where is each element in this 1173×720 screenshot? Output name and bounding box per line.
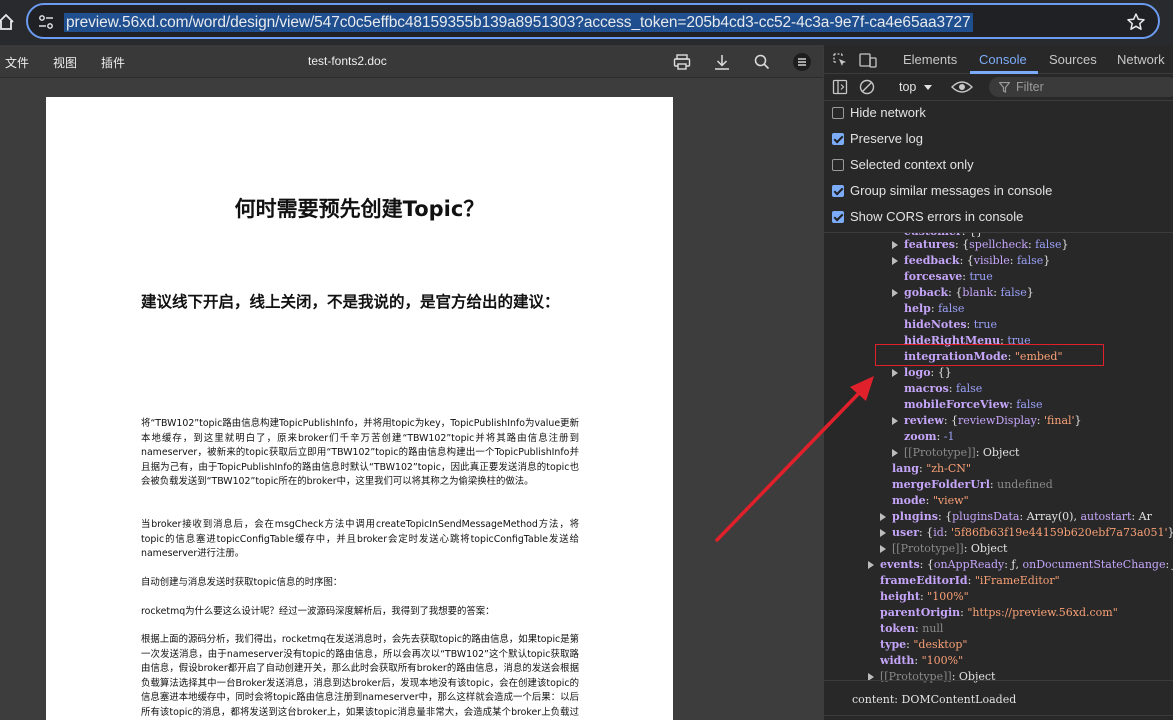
filter-funnel-icon [999,82,1010,93]
console-line: mergeFolderUrl: undefined [892,478,1053,491]
bookmark-star-icon[interactable] [1126,12,1146,32]
document-filename: test-fonts2.doc [308,54,387,68]
dropdown-arrow-icon[interactable] [924,85,932,91]
menu-file[interactable]: 文件 [5,54,29,71]
paragraph: 根据上面的源码分析，我们得出，rocketmq在发送消息时，会先去获取topic… [141,634,579,718]
console-output[interactable]: customer: {} features: {spellcheck: fals… [824,233,1173,720]
screenshot-root: preview.56xd.com/word/design/view/547c0c… [0,0,1173,720]
tab-elements[interactable]: Elements [903,52,957,67]
console-line: forcesave: true [904,270,993,283]
console-line: mobileForceView: false [904,398,1043,411]
document-viewer: 文件 视图 插件 test-fonts2.doc 何时需要预先创建Topic？ … [0,45,823,720]
url-text[interactable]: preview.56xd.com/word/design/view/547c0c… [64,13,973,32]
browser-address-bar: preview.56xd.com/word/design/view/547c0c… [0,0,1173,45]
live-expression-eye-icon[interactable] [951,80,973,94]
console-line[interactable]: review: {reviewDisplay: 'final'} [892,413,1082,429]
tab-console[interactable]: Console [979,52,1027,67]
console-line: zoom: -1 [904,430,955,443]
console-line[interactable]: goback: {blank: false} [892,285,1034,301]
sidebar-toggle-icon[interactable] [832,79,848,95]
paragraph: rocketmq为什么要这么设计呢？经过一波源码深度解析后，我得到了我想要的答案… [141,606,495,617]
divider [824,680,1173,681]
console-line[interactable]: feedback: {visible: false} [892,253,1050,269]
console-line: frameEditorId: "iFrameEditor" [880,574,1060,587]
search-icon[interactable] [752,52,772,72]
context-selector[interactable]: top [899,80,916,94]
more-menu-icon[interactable] [792,52,812,72]
console-log-message: content: DOMContentLoaded [852,693,1017,706]
console-line: parentOrigin: "https://preview.56xd.com" [880,606,1118,619]
console-line[interactable]: user: {id: '5f86fb63f19e44159b620ebf7a73… [880,525,1173,541]
console-line: height: "100%" [880,590,969,603]
console-line: token: null [880,622,944,635]
document-canvas[interactable]: 何时需要预先创建Topic？ 建议线下开启，线上关闭，不是我说的，是官方给出的建… [0,78,823,720]
page-subtitle: 建议线下开启，线上关闭，不是我说的，是官方给出的建议： [141,293,560,311]
checkbox-checked[interactable] [832,211,844,223]
document-page[interactable]: 何时需要预先创建Topic？ 建议线下开启，线上关闭，不是我说的，是官方给出的建… [46,97,673,720]
print-icon[interactable] [672,52,692,72]
checkbox-checked[interactable] [832,133,844,145]
filter-placeholder: Filter [1016,80,1044,94]
console-toolbar: top Filter [824,74,1173,101]
console-line: help: false [904,302,965,315]
console-line: hideNotes: true [904,318,998,331]
console-line[interactable]: [[Prototype]]: Object [868,669,995,685]
highlight-box [875,344,1104,366]
devtools-tabbar: Elements Console Sources Network [824,45,1173,74]
divider [824,715,1173,716]
console-line: lang: "zh-CN" [892,462,971,475]
console-line: type: "desktop" [880,638,968,651]
site-settings-icon[interactable] [38,14,54,30]
console-line[interactable]: events: {onAppReady: ƒ, onDocumentStateC… [868,557,1173,573]
tab-sources[interactable]: Sources [1049,52,1097,67]
console-line: width: "100%" [880,654,964,667]
console-line: mode: "view" [892,494,969,507]
checkbox[interactable] [832,159,844,171]
console-line: macros: false [904,382,983,395]
page-title: 何时需要预先创建Topic？ [234,197,485,221]
filter-input[interactable]: Filter [989,77,1173,97]
console-line[interactable]: features: {spellcheck: false} [892,237,1068,253]
menu-plugins[interactable]: 插件 [101,54,125,71]
console-line[interactable]: [[Prototype]]: Object [892,445,1019,461]
inspect-element-icon[interactable] [832,52,848,68]
paragraph: 自动创建与消息发送时获取topic信息的时序图： [141,577,343,588]
clear-console-icon[interactable] [859,79,875,95]
console-line[interactable]: [[Prototype]]: Object [880,541,1007,557]
download-icon[interactable] [712,52,732,72]
console-settings: Hide network Preserve log Selected conte… [824,101,1173,233]
paragraph: 当broker接收到消息后，会在msgCheck方法中调用createTopic… [141,519,579,560]
device-toolbar-icon[interactable] [859,52,877,68]
checkbox-checked[interactable] [832,185,844,197]
console-line[interactable]: logo: {} [892,365,952,381]
home-icon[interactable] [0,13,14,31]
checkbox[interactable] [832,107,844,119]
tab-network[interactable]: Network [1117,52,1165,67]
menu-view[interactable]: 视图 [53,54,77,71]
omnibox[interactable]: preview.56xd.com/word/design/view/547c0c… [26,3,1160,39]
paragraph: 将“TBW102”topic路由信息构建TopicPublishInfo，并将用… [141,418,579,488]
console-line[interactable]: plugins: {pluginsData: Array(0), autosta… [880,509,1152,525]
devtools-panel: Elements Console Sources Network top Fil… [823,45,1173,720]
doc-toolbar: 文件 视图 插件 test-fonts2.doc [0,45,823,78]
